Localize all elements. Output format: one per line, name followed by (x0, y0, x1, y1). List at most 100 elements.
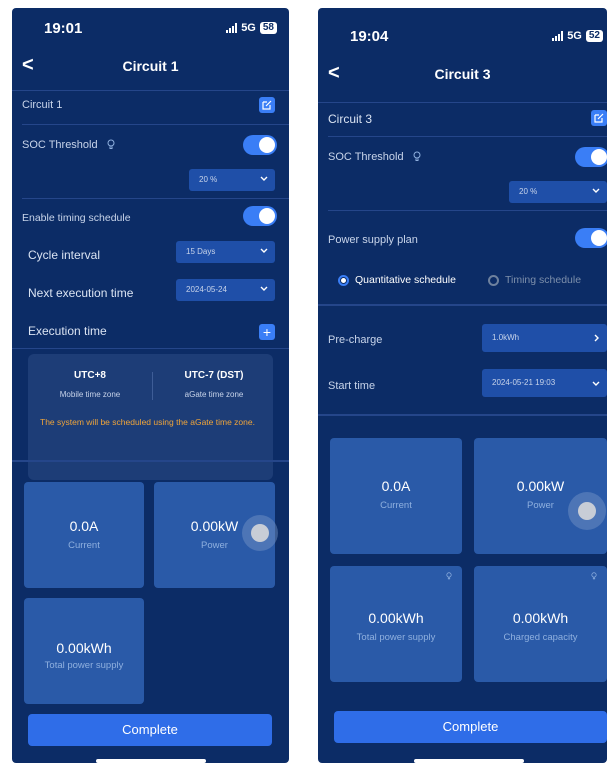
soc-threshold-text: SOC Threshold (22, 139, 98, 151)
edit-icon[interactable] (259, 97, 275, 113)
soc-threshold-value: 20 % (199, 175, 218, 184)
divider (318, 414, 607, 416)
total-power-supply-value: 0.00kWh (56, 640, 112, 656)
signal-icon (552, 31, 564, 41)
status-time: 19:04 (350, 28, 389, 45)
chevron-right-icon (594, 334, 599, 342)
divider (22, 124, 289, 125)
start-time-value: 2024-05-21 19:03 (492, 378, 556, 387)
assistive-touch-button[interactable] (242, 515, 278, 551)
charged-capacity-card: 0.00kWh Charged capacity (474, 566, 607, 682)
home-indicator (96, 759, 206, 763)
circuit-name-label: Circuit 3 (328, 112, 373, 126)
power-supply-plan-label: Power supply plan (328, 234, 418, 246)
soc-threshold-toggle[interactable] (243, 135, 277, 155)
current-caption: Current (380, 500, 412, 511)
radio-selected-icon (338, 274, 349, 286)
divider (12, 460, 289, 462)
current-card: 0.0A Current (330, 438, 462, 554)
soc-threshold-label: SOC Threshold (328, 151, 421, 163)
timing-schedule-label: Timing schedule (505, 274, 582, 286)
timezone-note: The system will be scheduled using the a… (40, 417, 255, 427)
divider (328, 210, 607, 211)
current-value: 0.0A (381, 478, 411, 494)
quantitative-schedule-radio[interactable]: Quantitative schedule (338, 274, 456, 286)
status-indicators: 5G 52 (552, 30, 603, 42)
execution-time-label: Execution time (28, 324, 107, 338)
cycle-interval-select[interactable]: 15 Days (176, 241, 275, 263)
divider (318, 102, 607, 103)
current-card: 0.0A Current (24, 482, 144, 588)
page-title: Circuit 3 (434, 66, 491, 82)
status-bar: 19:04 5G 52 (318, 8, 607, 50)
status-time: 19:01 (44, 20, 83, 37)
cycle-interval-label: Cycle interval (28, 248, 101, 262)
total-power-supply-card: 0.00kWh Total power supply (330, 566, 462, 682)
status-indicators: 5G 58 (226, 22, 277, 34)
current-value: 0.0A (69, 518, 99, 534)
battery-icon: 58 (259, 22, 277, 34)
start-time-select[interactable]: 2024-05-21 19:03 (482, 369, 607, 397)
battery-icon: 52 (585, 30, 603, 42)
next-execution-value: 2024-05-24 (186, 285, 227, 294)
complete-button[interactable]: Complete (334, 711, 607, 743)
assistive-touch-button[interactable] (568, 492, 606, 530)
page-title: Circuit 1 (122, 58, 179, 74)
edit-icon[interactable] (591, 110, 607, 126)
bulb-icon[interactable] (591, 572, 597, 580)
network-type: 5G (241, 22, 256, 34)
soc-threshold-toggle[interactable] (575, 147, 607, 167)
pre-charge-select[interactable]: 1.0kWh (482, 324, 607, 352)
charged-capacity-value: 0.00kWh (512, 610, 569, 626)
radio-unselected-icon (488, 274, 499, 286)
quantitative-schedule-label: Quantitative schedule (355, 274, 456, 286)
divider (318, 304, 607, 306)
status-bar: 19:01 5G 58 (12, 8, 289, 50)
pre-charge-value: 1.0kWh (492, 333, 520, 342)
soc-threshold-select[interactable]: 20 % (189, 169, 275, 191)
mobile-timezone-caption: Mobile time zone (59, 390, 121, 399)
home-indicator (414, 759, 524, 763)
signal-icon (226, 23, 238, 33)
phone-screen-circuit-1: 19:01 5G 58 < Circuit 1 Circuit 1 SOC Th… (12, 8, 289, 763)
total-power-supply-caption: Total power supply (356, 632, 436, 643)
soc-threshold-label: SOC Threshold (22, 139, 115, 151)
chevron-down-icon (592, 188, 600, 193)
next-execution-label: Next execution time (28, 286, 134, 300)
current-caption: Current (68, 540, 100, 551)
soc-threshold-value: 20 % (519, 187, 538, 196)
next-execution-select[interactable]: 2024-05-24 (176, 279, 275, 301)
network-type: 5G (567, 30, 582, 42)
chevron-down-icon (592, 381, 600, 386)
timing-schedule-toggle[interactable] (243, 206, 277, 226)
timing-schedule-label: Enable timing schedule (22, 212, 131, 224)
complete-button[interactable]: Complete (28, 714, 272, 746)
chevron-down-icon (260, 176, 268, 181)
cycle-interval-value: 15 Days (186, 247, 216, 256)
mobile-timezone: UTC+8 (74, 370, 106, 381)
bulb-icon[interactable] (446, 572, 452, 580)
nav-bar: < Circuit 3 (318, 58, 607, 90)
agate-timezone-caption: aGate time zone (184, 390, 244, 399)
nav-bar: < Circuit 1 (12, 50, 289, 82)
total-power-supply-value: 0.00kWh (368, 610, 424, 626)
divider (328, 136, 607, 137)
plus-icon[interactable]: + (259, 324, 275, 340)
circuit-name-label: Circuit 1 (22, 99, 63, 111)
charged-capacity-caption: Charged capacity (503, 632, 578, 643)
timing-schedule-radio[interactable]: Timing schedule (488, 274, 581, 286)
divider (12, 90, 289, 91)
phone-screen-circuit-3: 19:04 5G 52 < Circuit 3 Circuit 3 SOC Th… (318, 8, 607, 763)
total-power-supply-caption: Total power supply (44, 660, 124, 671)
bulb-icon[interactable] (413, 151, 421, 162)
soc-threshold-text: SOC Threshold (328, 151, 404, 163)
bulb-icon[interactable] (107, 139, 115, 150)
pre-charge-label: Pre-charge (328, 334, 383, 346)
chevron-down-icon (260, 286, 268, 291)
soc-threshold-select[interactable]: 20 % (509, 181, 607, 203)
divider (12, 348, 289, 349)
power-supply-plan-toggle[interactable] (575, 228, 607, 248)
divider (22, 198, 289, 199)
chevron-down-icon (260, 248, 268, 253)
agate-timezone: UTC-7 (DST) (184, 370, 244, 381)
